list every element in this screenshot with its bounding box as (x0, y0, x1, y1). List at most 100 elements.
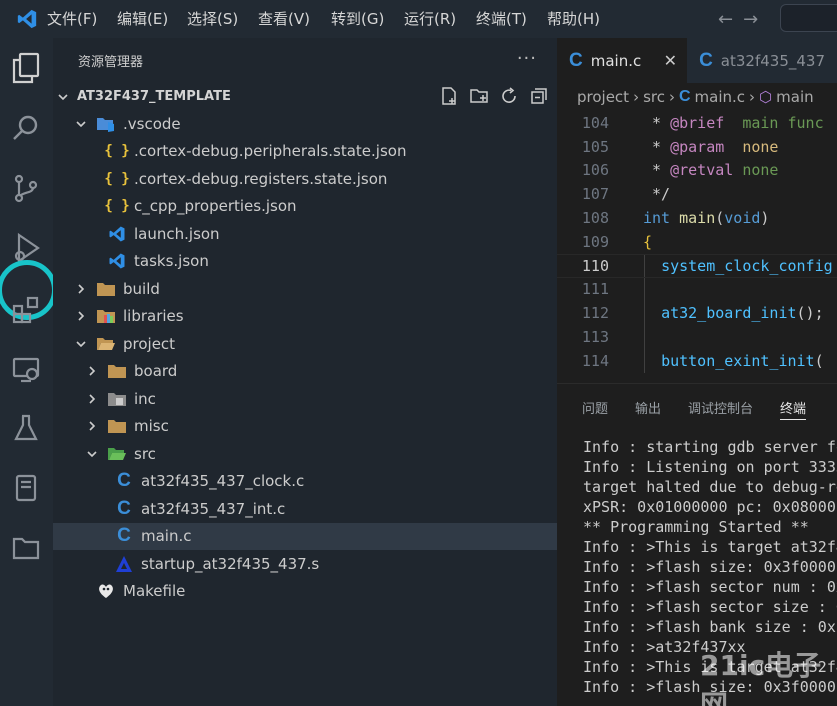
line-number: 112 (581, 304, 609, 323)
panel-tab[interactable]: 问题 (582, 384, 608, 430)
menu-item[interactable]: 帮助(H) (547, 0, 600, 38)
tree-item[interactable]: Cat32f435_437_int.c (53, 495, 557, 523)
tree-item-label: launch.json (134, 224, 220, 243)
tab-at32f435[interactable]: Cat32f435_437 (687, 38, 837, 83)
source-control-icon[interactable] (8, 170, 44, 206)
extensions-icon[interactable] (8, 292, 44, 328)
code-text: at32_board_init(); (661, 304, 824, 323)
c-file-icon: C (699, 49, 713, 71)
tree-item[interactable]: .vscode (53, 110, 557, 138)
search-icon[interactable] (8, 110, 44, 146)
breadcrumb-src[interactable]: src (643, 88, 665, 106)
command-center[interactable] (780, 4, 837, 32)
vscode-icon (106, 251, 128, 271)
code-line[interactable]: 104 * @brief main func (557, 111, 837, 135)
code-text: * @brief main func (643, 113, 824, 132)
testing-icon[interactable] (8, 410, 44, 446)
code-line[interactable]: 106 * @retval none (557, 159, 837, 183)
tree-item[interactable]: board (53, 358, 557, 386)
line-number: 105 (581, 137, 609, 156)
breadcrumb-project[interactable]: project (577, 88, 629, 106)
tree-item[interactable]: Cat32f435_437_clock.c (53, 468, 557, 496)
explorer-icon[interactable] (8, 50, 44, 86)
tree-item-label: .cortex-debug.peripherals.state.json (134, 142, 407, 161)
breadcrumb-file[interactable]: main.c (695, 88, 746, 106)
menu-item[interactable]: 编辑(E) (117, 0, 168, 38)
code-line[interactable]: 111 (557, 277, 837, 302)
breadcrumb-symbol[interactable]: main (776, 88, 813, 106)
tree-item[interactable]: Cmain.c (53, 522, 557, 550)
panel-tab[interactable]: 调试控制台 (688, 384, 753, 430)
code-text: system_clock_config (661, 256, 833, 275)
folder-open-icon (95, 334, 117, 354)
tree-item[interactable]: build (53, 275, 557, 303)
tree-item[interactable]: libraries (53, 303, 557, 331)
code-line[interactable]: 109 { (557, 230, 837, 254)
more-actions-icon[interactable]: ··· (517, 48, 537, 69)
tree-item-label: src (134, 444, 156, 463)
indent-guide (644, 301, 645, 326)
code-line[interactable]: 107 */ (557, 182, 837, 206)
tree-item[interactable]: src (53, 440, 557, 468)
tab-main-c[interactable]: Cmain.c ✕ (557, 38, 688, 83)
new-folder-icon[interactable] (469, 86, 489, 110)
code-line[interactable]: 108 int main(void) (557, 206, 837, 230)
refresh-icon[interactable] (499, 86, 519, 110)
tree-item[interactable]: misc (53, 413, 557, 441)
breadcrumb: project › src › C main.c › ⬡ main (557, 83, 837, 111)
menu-item[interactable]: 转到(G) (331, 0, 384, 38)
code-area[interactable]: 104 * @brief main func 105 * @param none 1… (557, 111, 837, 373)
folder-icon[interactable] (8, 530, 44, 566)
terminal-line: Info : Listening on port 3333 (583, 458, 837, 476)
close-icon[interactable]: ✕ (664, 51, 677, 70)
tree-item[interactable]: Makefile (53, 578, 557, 606)
tree-item[interactable]: project (53, 330, 557, 358)
menu-item[interactable]: 选择(S) (187, 0, 238, 38)
tree-item[interactable]: inc (53, 385, 557, 413)
code-line[interactable]: 114 button_exint_init( (557, 348, 837, 373)
code-line[interactable]: 113 (557, 325, 837, 349)
device-icon[interactable] (8, 470, 44, 506)
tree-item-label: .cortex-debug.registers.state.json (134, 169, 388, 188)
json-icon: { } (104, 143, 130, 160)
code-line[interactable]: 110 system_clock_config (557, 253, 837, 278)
menu-item[interactable]: 查看(V) (258, 0, 310, 38)
new-file-icon[interactable] (439, 86, 459, 110)
activity-bar (0, 38, 57, 706)
cube-icon: ⬡ (759, 88, 773, 106)
indent-guide (644, 277, 645, 302)
c-file-icon: C (678, 88, 691, 105)
watermark-logo: 21ic电子网 (700, 649, 837, 706)
tree-item[interactable]: launch.json (53, 220, 557, 248)
tree-item[interactable]: { } .cortex-debug.registers.state.json (53, 165, 557, 193)
terminal-line: Info : >flash size: 0x3f0000 (583, 558, 836, 576)
tree-item[interactable]: { } c_cpp_properties.json (53, 193, 557, 221)
terminal-line: Info : >flash sector num : 0x (583, 578, 837, 596)
collapse-all-icon[interactable] (529, 86, 549, 110)
menu-item[interactable]: 运行(R) (404, 0, 456, 38)
forward-arrow-icon[interactable]: → (743, 9, 758, 30)
tree-item[interactable]: { } .cortex-debug.peripherals.state.json (53, 138, 557, 166)
tree-item[interactable]: tasks.json (53, 248, 557, 276)
panel-tab[interactable]: 终端 (780, 384, 807, 430)
back-arrow-icon[interactable]: ← (718, 9, 733, 30)
tree-item-label: tasks.json (134, 252, 209, 271)
panel-tab[interactable]: 输出 (635, 384, 661, 430)
terminal-line: Info : >flash sector size : 0 (583, 598, 837, 616)
project-header[interactable]: AT32F437_TEMPLATE (53, 83, 557, 110)
indent-guide (644, 254, 645, 277)
code-line[interactable]: 105 * @param none (557, 135, 837, 159)
code-line[interactable]: 112 at32_board_init(); (557, 301, 837, 326)
tree-item[interactable]: startup_at32f435_437.s (53, 550, 557, 578)
tree-item-label: Makefile (123, 582, 186, 601)
line-number: 109 (581, 232, 609, 251)
file-tree: .vscode{ } .cortex-debug.peripherals.stat… (53, 110, 557, 605)
project-actions (439, 86, 549, 110)
explorer-sidebar: 资源管理器 ··· AT32F437_TEMPLATE .vscode{ } .c… (53, 38, 557, 706)
menu-item[interactable]: 文件(F) (47, 0, 97, 38)
menu-item[interactable]: 终端(T) (476, 0, 527, 38)
chevron-down-icon (73, 338, 89, 350)
folder-icon (106, 416, 128, 436)
tree-item-label: libraries (123, 307, 184, 326)
remote-explorer-icon[interactable] (8, 352, 44, 388)
